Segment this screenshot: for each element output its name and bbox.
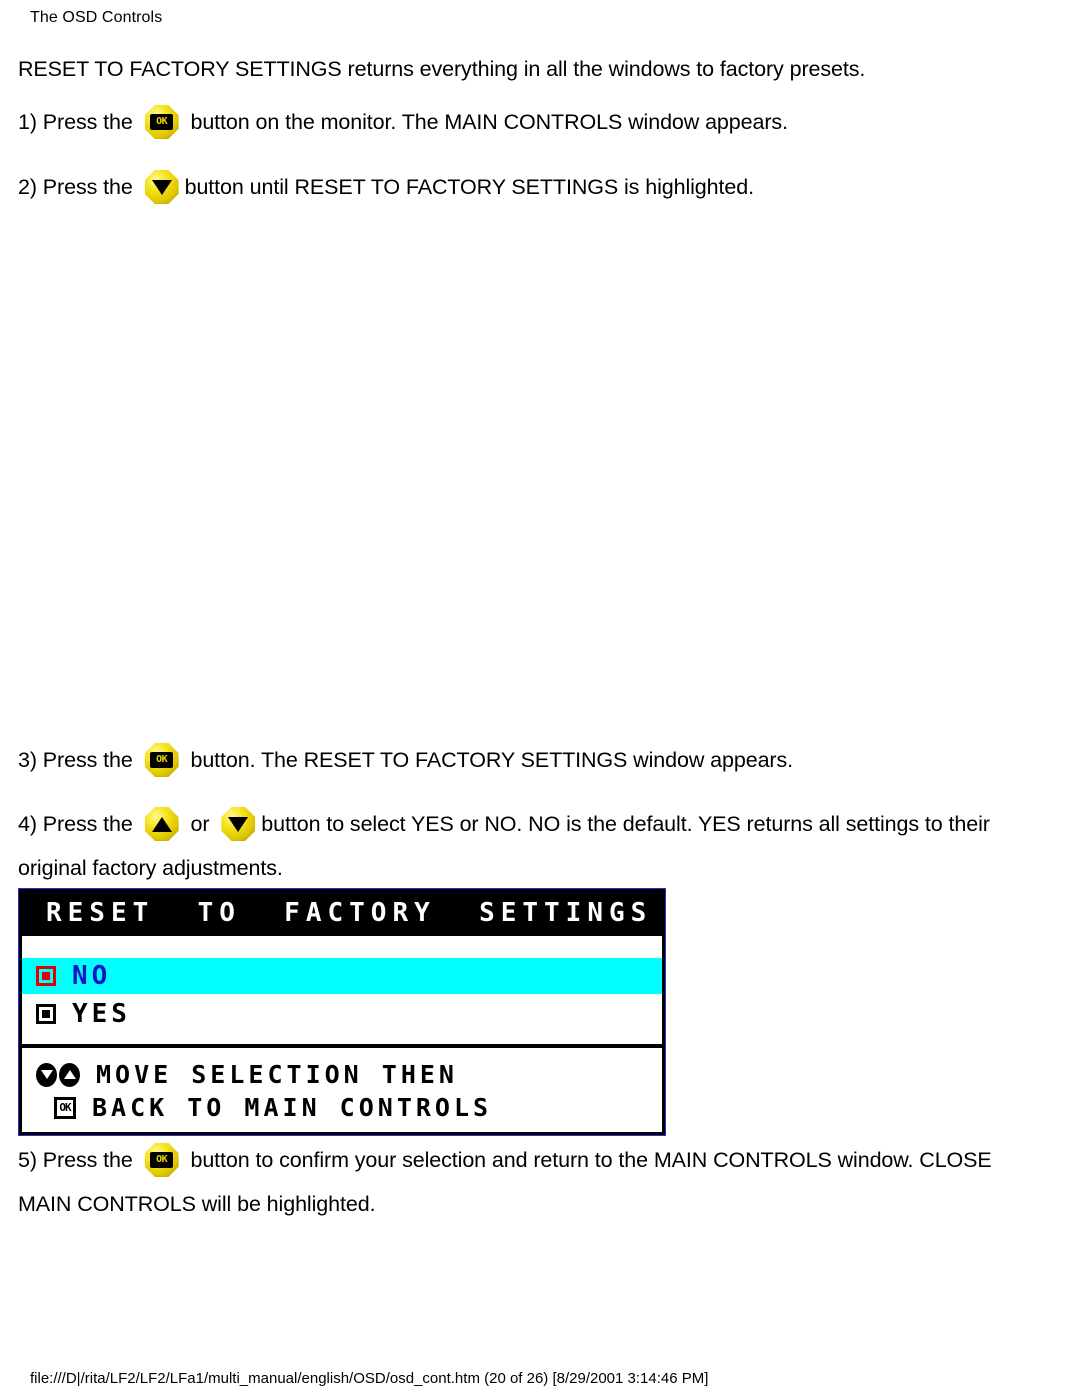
step-1-prefix: 1) Press the [18,110,139,134]
button-glyph: OK [145,743,179,777]
triangle-down-shape [228,816,249,832]
ok-button-icon[interactable]: OK [144,743,179,777]
down-arrow-icon [36,1062,57,1087]
step-3-prefix: 3) Press the [18,748,139,772]
osd-hint-back-label: BACK TO MAIN CONTROLS [92,1093,493,1122]
button-glyph: OK [145,105,179,139]
page-title: The OSD Controls [30,9,163,26]
button-glyph [145,807,179,841]
osd-option-no-label: NO [72,961,112,991]
ok-button-icon[interactable]: OK [144,1143,179,1177]
osd-option-yes-label: YES [72,999,131,1029]
step-4-suffix: button to select YES or NO. NO is the de… [261,812,990,836]
intro-paragraph: RESET TO FACTORY SETTINGS returns everyt… [18,52,1064,86]
down-arrow-button-icon[interactable] [221,807,256,841]
up-arrow-button-icon[interactable] [144,807,179,841]
radio-dot [42,1010,50,1018]
ok-button-icon[interactable]: OK [144,105,179,139]
step-1: 1) Press the OK button on the monitor. T… [18,105,1064,139]
osd-hint-move-label: MOVE SELECTION THEN [96,1060,458,1089]
down-arrow-button-icon[interactable] [144,170,179,204]
step-5-suffix: button to confirm your selection and ret… [184,1148,992,1172]
step-5: 5) Press the OK button to confirm your s… [18,1143,1064,1221]
radio-button-no-icon [36,966,56,986]
step-3: 3) Press the OK button. The RESET TO FAC… [18,743,1064,777]
triangle-down-shape [40,1070,53,1079]
osd-option-no[interactable]: NO [22,958,662,994]
ok-label: OK [150,752,174,768]
ok-icon: OK [54,1096,76,1119]
osd-hint-move: MOVE SELECTION THEN [22,1058,662,1091]
button-glyph [221,807,255,841]
step-4: 4) Press the or button to select YES or … [18,807,1064,885]
step-1-suffix: button on the monitor. The MAIN CONTROLS… [184,110,788,134]
intro-text: RESET TO FACTORY SETTINGS returns everyt… [18,57,866,81]
radio-button-yes-icon [36,1004,56,1024]
osd-hint-back: OK BACK TO MAIN CONTROLS [22,1091,662,1124]
osd-hint-area: MOVE SELECTION THEN OK BACK TO MAIN CONT… [22,1048,662,1132]
triangle-up-shape [63,1070,76,1079]
triangle-up-shape [151,816,172,832]
triangle-down-shape [151,179,172,195]
osd-option-yes[interactable]: YES [22,996,662,1032]
step-5-line-2: MAIN CONTROLS will be highlighted. [18,1192,376,1216]
button-glyph [145,170,179,204]
radio-dot [42,972,50,980]
osd-title-bar: RESET TO FACTORY SETTINGS [22,892,662,936]
up-arrow-icon [59,1062,80,1087]
osd-options-area: NO YES [22,936,662,1048]
step-4-prefix: 4) Press the [18,812,139,836]
ok-label: OK [150,1152,174,1168]
step-4-line-2: original factory adjustments. [18,856,283,880]
osd-menu-panel: RESET TO FACTORY SETTINGS NO YES MOVE SE [19,889,665,1135]
footer-file-path: file:///D|/rita/LF2/LF2/LFa1/multi_manua… [30,1370,709,1387]
step-4-conjunction: or [184,812,216,836]
step-2: 2) Press the button until RESET TO FACTO… [18,170,1064,204]
ok-label: OK [150,114,174,130]
step-2-prefix: 2) Press the [18,175,139,199]
step-5-prefix: 5) Press the [18,1148,139,1172]
step-3-suffix: button. The RESET TO FACTORY SETTINGS wi… [184,748,794,772]
button-glyph: OK [145,1143,179,1177]
step-2-suffix: button until RESET TO FACTORY SETTINGS i… [184,175,754,199]
